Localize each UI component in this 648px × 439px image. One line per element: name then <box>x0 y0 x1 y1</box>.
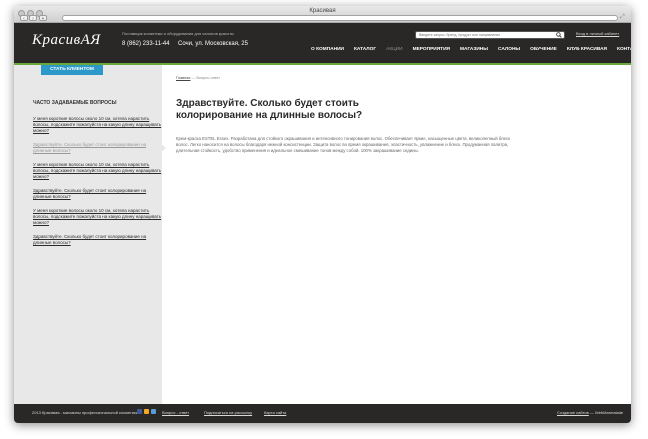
footer-link-sitemap[interactable]: Карта сайта <box>264 410 286 415</box>
page-title: Здравствуйте. Сколько будет стоить колор… <box>176 98 363 121</box>
search-icon[interactable] <box>556 32 562 38</box>
breadcrumb: Главная — Вопрос-ответ <box>176 76 616 80</box>
site-phone: 8 (862) 233-11-44 <box>122 41 170 47</box>
breadcrumb-current: Вопрос-ответ <box>196 76 220 80</box>
share-button[interactable]: + <box>39 15 47 22</box>
main-nav: О КОМПАНИИ КАТАЛОГ АКЦИИ МЕРОПРИЯТИЯ МАГ… <box>306 45 631 55</box>
browser-window: Красивая ‹ › + ⤢ КрасивАЯ Поставщик косм… <box>14 6 631 423</box>
social-3-icon[interactable] <box>151 409 156 414</box>
footer-credit-link[interactable]: Создание сайтов <box>557 410 589 415</box>
faq-item[interactable]: У меня короткие волосы около 10 см, хоте… <box>33 162 163 180</box>
nav-item-catalog[interactable]: КАТАЛОГ <box>349 45 381 55</box>
address-bar[interactable] <box>62 15 618 21</box>
back-button[interactable]: ‹ <box>20 15 28 22</box>
site-address: Сочи, ул. Московская, 25 <box>178 41 248 47</box>
site-search <box>415 31 565 39</box>
faq-item[interactable]: У меня короткие волосы около 10 см, хоте… <box>33 208 163 226</box>
faq-item[interactable]: Здравствуйте. Сколько будет стоит колори… <box>33 234 163 246</box>
footer-credit: Создание сайтов — WebMarmalade <box>557 410 623 415</box>
breadcrumb-home-link[interactable]: Главная <box>176 76 190 80</box>
site-logo[interactable]: КрасивАЯ <box>32 32 101 49</box>
footer-link-subscribe[interactable]: Подписаться на рассылку <box>204 410 252 415</box>
social-icons <box>137 409 156 414</box>
become-client-button[interactable]: СТАТЬ КЛИЕНТОМ <box>41 65 103 75</box>
nav-item-shops[interactable]: МАГАЗИНЫ <box>455 45 493 55</box>
nav-item-about[interactable]: О КОМПАНИИ <box>306 45 349 55</box>
browser-title: Красивая <box>309 8 336 14</box>
nav-item-promotions[interactable]: АКЦИИ <box>381 45 407 55</box>
faq-list: У меня короткие волосы около 10 см, хоте… <box>33 116 163 254</box>
resize-icon[interactable]: ⤢ <box>620 14 628 22</box>
answer-text: Крем-краска ESTEL Essex. Разработана для… <box>176 136 511 153</box>
nav-item-club[interactable]: КЛУБ КРАСИВАЯ <box>562 45 612 55</box>
site-footer: 2013 Красивая - магазины профессионально… <box>14 404 631 423</box>
site-tagline: Поставщик косметики и оборудования для с… <box>122 31 234 36</box>
active-item-pointer <box>159 142 166 154</box>
nav-item-contacts[interactable]: КОНТАКТЫ <box>612 45 631 55</box>
nav-item-events[interactable]: МЕРОПРИЯТИЯ <box>408 45 455 55</box>
faq-item[interactable]: У меня короткие волосы около 10 см, хоте… <box>33 116 163 134</box>
site-header <box>14 23 631 63</box>
faq-item-active[interactable]: Здравствуйте. Сколько будет стоит колори… <box>33 142 163 154</box>
forward-button[interactable]: › <box>29 15 37 22</box>
social-2-icon[interactable] <box>144 409 149 414</box>
social-1-icon[interactable] <box>137 409 142 414</box>
faq-item[interactable]: Здравствуйте. Сколько будет стоит колори… <box>33 188 163 200</box>
nav-item-salons[interactable]: САЛОНЫ <box>493 45 525 55</box>
footer-copyright: 2013 Красивая - магазины профессионально… <box>32 410 138 415</box>
login-link[interactable]: Вход в личный кабинет <box>576 31 619 36</box>
main-content: Главная — Вопрос-ответ Здравствуйте. Ско… <box>176 76 616 154</box>
faq-heading: ЧАСТО ЗАДАВАЕМЫЕ ВОПРОСЫ <box>33 100 117 106</box>
search-input[interactable] <box>419 32 547 38</box>
nav-item-education[interactable]: ОБУЧЕНИЕ <box>525 45 562 55</box>
footer-link-faq[interactable]: Вопрос - ответ <box>162 410 189 415</box>
footer-credit-name: WebMarmalade <box>594 410 624 415</box>
